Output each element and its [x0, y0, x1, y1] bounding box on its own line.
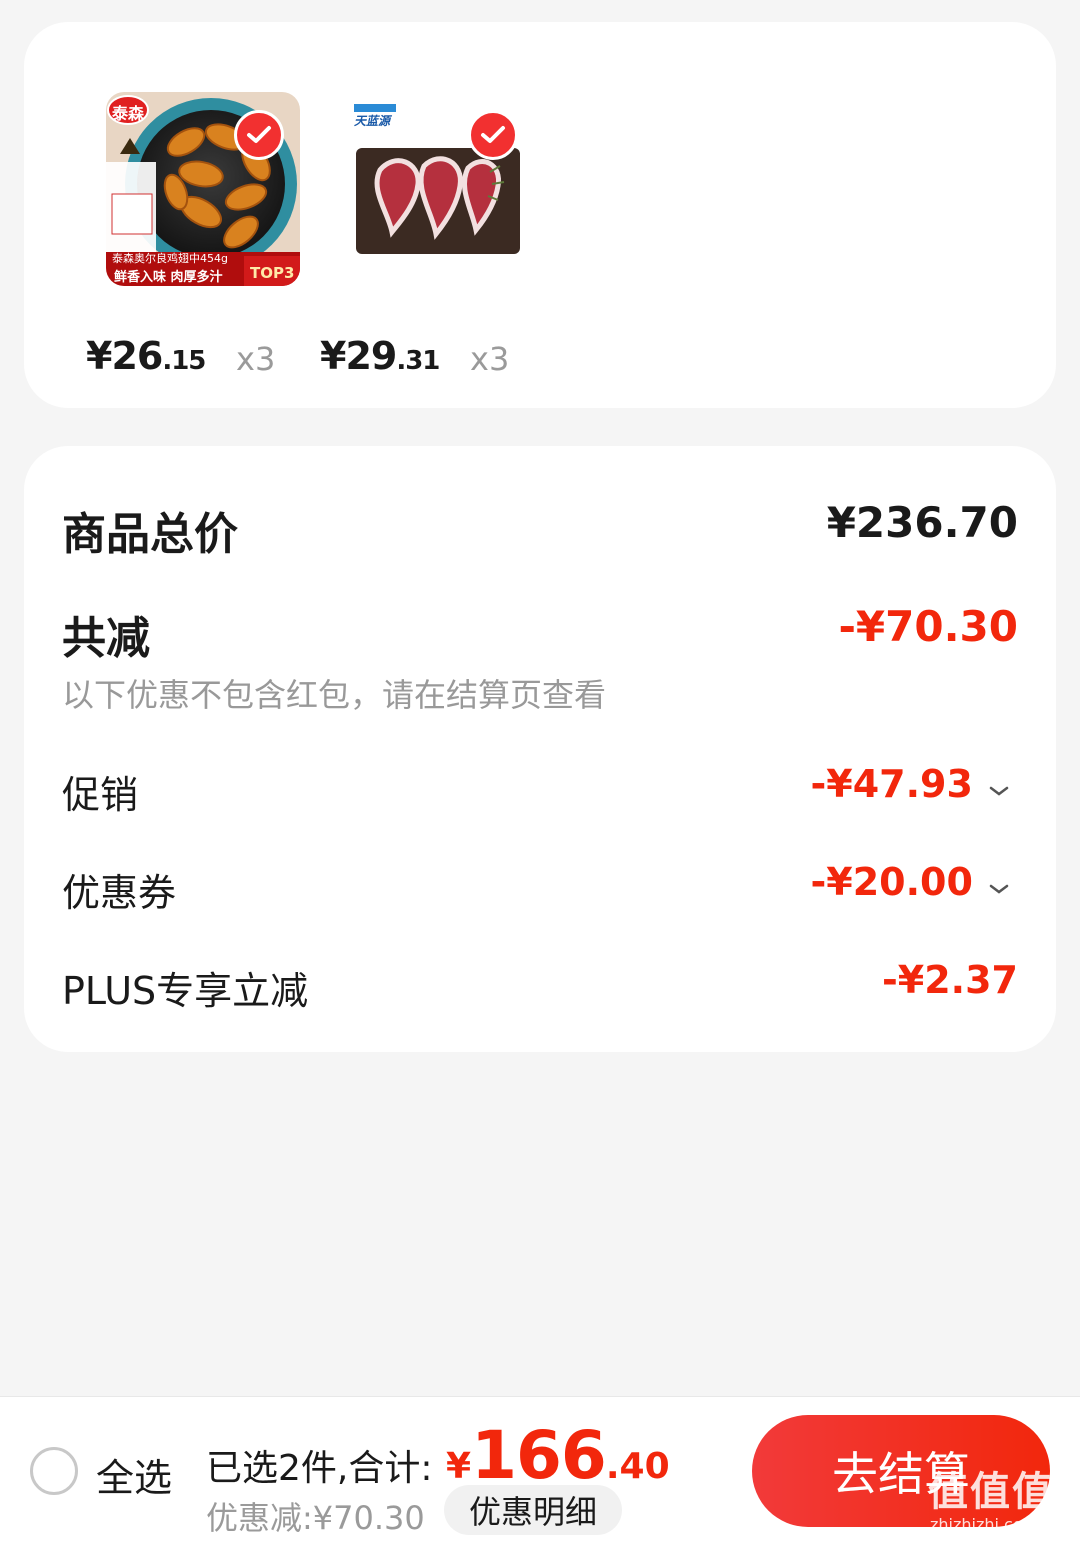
check-icon[interactable] — [234, 110, 284, 160]
price-decimal: .31 — [396, 346, 440, 376]
select-all-label[interactable]: 全选 — [96, 1447, 172, 1502]
product-quantity: x3 — [236, 340, 276, 378]
price-summary-card: 商品总价 ¥236.70 共减 -¥70.30 以下优惠不包含红包，请在结算页查… — [24, 446, 1056, 1052]
product-caption: 泰森奥尔良鸡翅中454g — [112, 252, 228, 265]
top-badge: TOP3 — [250, 264, 295, 282]
checkout-bar: 全选 已选2件,合计: ¥166.40 优惠减:¥70.30 优惠明细 去结算 … — [0, 1396, 1080, 1546]
coupon-value: -¥20.00 — [810, 860, 973, 904]
product-tagline: 鲜香入味 肉厚多汁 — [114, 270, 223, 285]
total-amount: ¥166.40 — [446, 1417, 670, 1494]
coupon-row[interactable]: -¥20.00 — [810, 860, 1010, 904]
price-decimal: .15 — [162, 346, 206, 376]
check-icon[interactable] — [468, 110, 518, 160]
coupon-label: 优惠券 — [62, 871, 177, 915]
select-all-radio[interactable] — [30, 1447, 78, 1495]
product-price: ¥29.31 — [320, 334, 440, 378]
plus-discount-value: -¥2.37 — [882, 958, 1018, 1002]
watermark-url: zhizhizhi.com — [930, 1515, 1039, 1534]
total-price-value: ¥236.70 — [826, 498, 1018, 547]
price-integer: ¥26 — [86, 334, 163, 378]
product-quantity: x3 — [470, 340, 510, 378]
total-integer: 166 — [471, 1417, 607, 1494]
brand-logo-taisen: 泰森 — [112, 104, 145, 123]
promotion-label: 促销 — [62, 773, 139, 817]
total-discount-label: 共减 — [62, 613, 150, 664]
product-price: ¥26.15 — [86, 334, 206, 378]
discount-detail-button[interactable]: 优惠明细 — [444, 1485, 622, 1535]
product-card: 泰森 泰森奥尔良鸡翅中454g 鲜香入味 肉厚多汁 TOP3 ¥26.15 x3… — [24, 22, 1056, 408]
total-discount-value: -¥70.30 — [838, 602, 1018, 651]
product-image-lamb-chops[interactable]: 天蓝源 — [340, 92, 534, 286]
discount-summary: 优惠减:¥70.30 — [206, 1499, 425, 1537]
product-image-chicken-wings[interactable]: 泰森 泰森奥尔良鸡翅中454g 鲜香入味 肉厚多汁 TOP3 — [106, 92, 300, 286]
promotion-value: -¥47.93 — [810, 762, 973, 806]
chevron-down-icon — [988, 783, 1010, 802]
total-decimal: .40 — [605, 1446, 670, 1487]
watermark-logo: 值值值 — [928, 1469, 1054, 1515]
chevron-down-icon — [988, 881, 1010, 900]
price-integer: ¥29 — [320, 334, 397, 378]
promotion-row[interactable]: -¥47.93 — [810, 762, 1010, 806]
brand-logo-tianlanyuan: 天蓝源 — [354, 114, 391, 128]
selected-summary: 已选2件,合计: — [206, 1448, 433, 1489]
total-price-label: 商品总价 — [62, 509, 238, 560]
plus-discount-label: PLUS专享立减 — [62, 969, 309, 1013]
discount-note: 以下优惠不包含红包，请在结算页查看 — [62, 676, 607, 714]
total-yen: ¥ — [446, 1446, 472, 1487]
